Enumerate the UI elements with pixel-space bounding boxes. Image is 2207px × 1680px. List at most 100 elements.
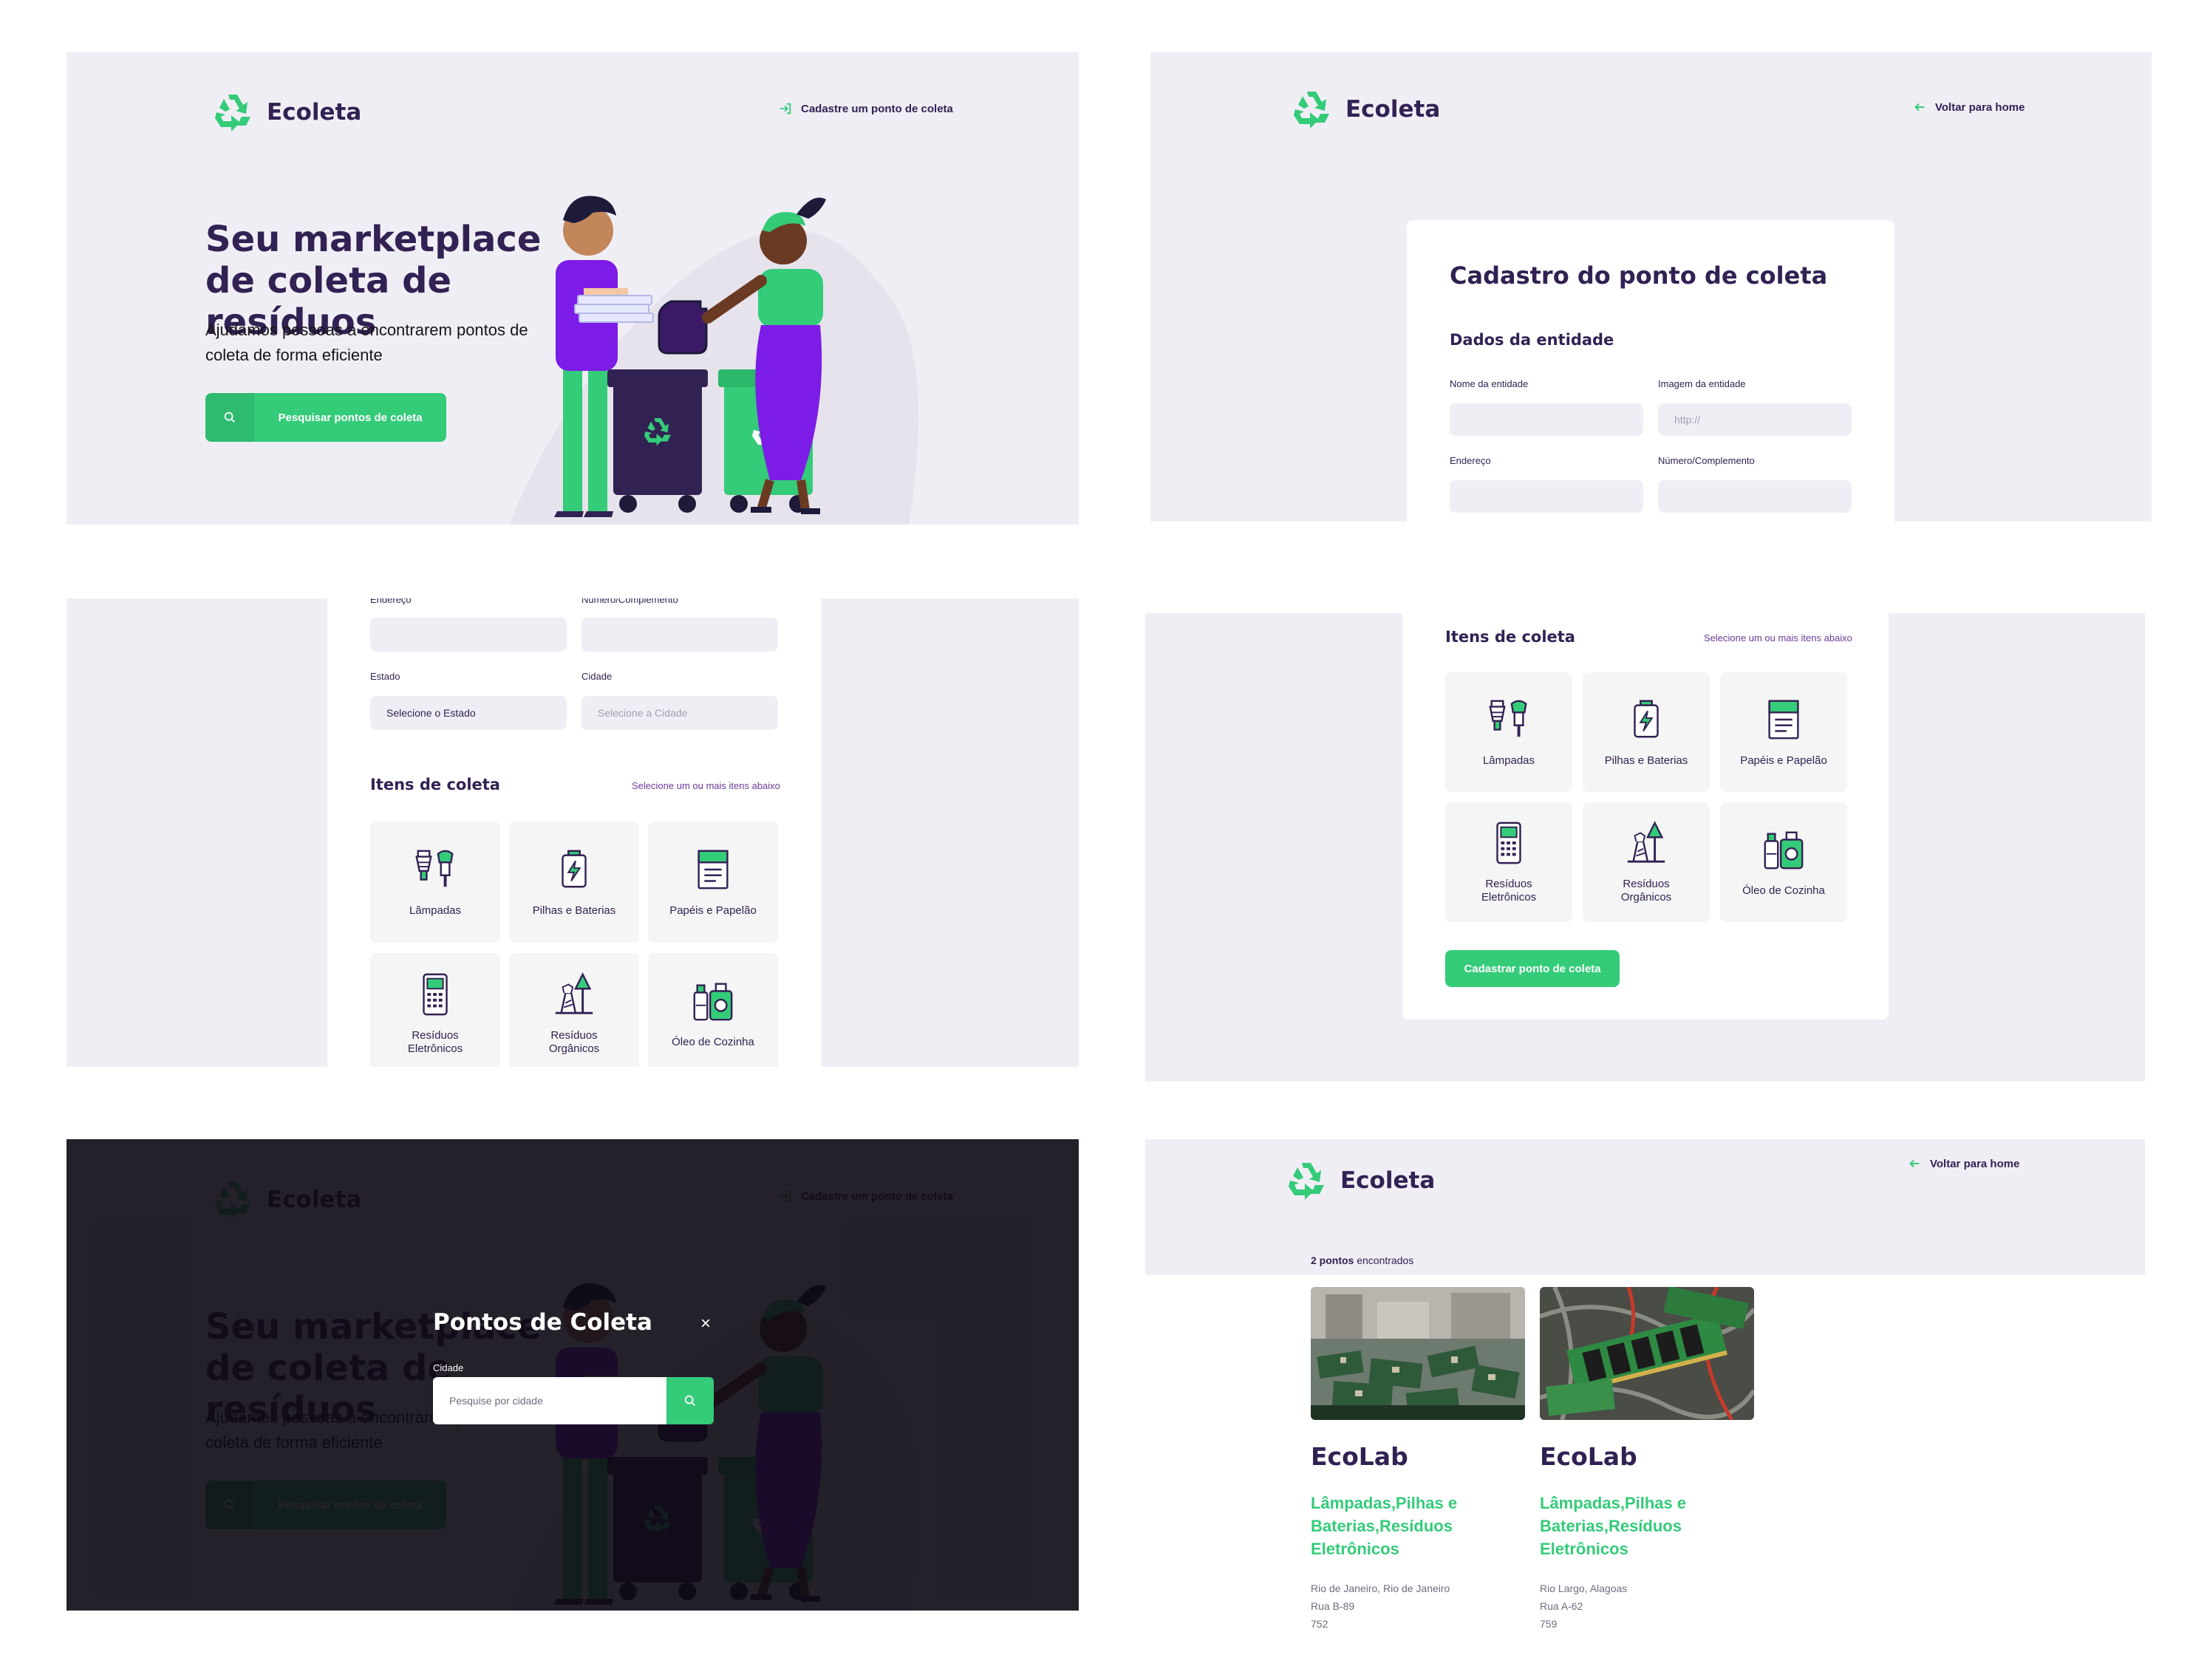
number-label: Número/Complemento [1658,455,1755,466]
item-electronics[interactable]: Resíduos Eletrônicos [370,953,500,1067]
search-points-button-label: Pesquisar pontos de coleta [278,411,423,424]
register-point-link-label: Cadastre um ponto de coleta [801,102,953,115]
item-organic[interactable]: Resíduos Orgânicos [509,953,639,1067]
item-paper[interactable]: Papéis e Papelão [648,822,778,943]
number-label: Número/Complemento [581,598,678,605]
address-field[interactable] [370,618,567,652]
create-point-screen-bottom: Itens de coleta Selecione um ou mais ite… [1145,613,2145,1082]
search-modal: Pontos de Coleta × Cidade Pesquise por c… [433,1309,714,1424]
brand-logo[interactable]: Ecoleta [1288,86,1440,133]
oil-icon [690,978,736,1024]
address-label: Endereço [1450,455,1491,466]
items-hint: Selecione um ou mais itens abaixo [632,780,780,791]
entity-name-field[interactable] [1450,403,1643,436]
address-field[interactable] [1450,480,1643,513]
place-card[interactable]: EcoLab Lâmpadas,Pilhas e Baterias,Resídu… [1311,1287,1525,1633]
state-select[interactable]: Selecione o Estado [370,696,567,730]
place-address: Rio de Janeiro, Rio de Janeiro Rua B-89 … [1311,1580,1525,1633]
item-label: Resíduos Eletrônicos [407,1029,463,1055]
lamp-icon [1486,697,1532,742]
close-icon[interactable]: × [700,1315,711,1333]
item-oil[interactable]: Óleo de Cozinha [1720,802,1847,922]
items-section-title: Itens de coleta [1445,628,1575,646]
item-label: Papéis e Papelão [1740,754,1827,767]
item-label: Papéis e Papelão [669,904,757,917]
state-label: Estado [370,671,400,682]
back-home-link[interactable]: Voltar para home [1908,1157,2019,1170]
place-photo [1540,1287,1754,1420]
create-point-screen-top: Ecoleta Voltar para home Cadastro do pon… [1150,52,2152,522]
item-lamps[interactable]: Lâmpadas [1445,672,1572,792]
battery-icon [1623,697,1669,742]
hero-illustration [451,170,983,525]
search-icon [683,1394,697,1407]
oil-icon [1761,827,1807,873]
submit-point-button[interactable]: Cadastrar ponto de coleta [1445,950,1620,987]
battery-icon [551,847,597,892]
entity-image-field[interactable]: http:// [1658,403,1852,436]
place-name: EcoLab [1311,1442,1408,1471]
items-section-title: Itens de coleta [370,776,500,793]
city-search-button[interactable] [666,1377,714,1424]
place-street: Rua B-89 [1311,1600,1355,1612]
place-number: 759 [1540,1618,1558,1630]
item-label: Óleo de Cozinha [1742,884,1825,897]
back-home-link-label: Voltar para home [1935,100,2025,114]
place-city: Rio Largo, Alagoas [1540,1582,1628,1594]
lamp-icon [412,847,458,892]
item-label: Resíduos Orgânicos [548,1029,600,1055]
login-icon [779,102,792,115]
modal-title: Pontos de Coleta [433,1309,652,1336]
item-electronics[interactable]: Resíduos Eletrônicos [1445,802,1572,922]
item-oil[interactable]: Óleo de Cozinha [648,953,778,1067]
city-search-input[interactable]: Pesquise por cidade [433,1377,666,1424]
item-label: Pilhas e Baterias [532,904,616,917]
brand-name: Ecoleta [1340,1167,1436,1194]
create-point-screen-scrolled: Endereço Número/Complemento Estado Cidad… [66,598,1079,1067]
items-hint: Selecione um ou mais itens abaixo [1704,632,1852,643]
item-label: Óleo de Cozinha [672,1036,754,1048]
brand-logo[interactable]: Ecoleta [209,89,361,136]
back-home-link[interactable]: Voltar para home [1913,100,2024,114]
paper-icon [1761,697,1807,742]
organic-icon [1623,820,1669,866]
item-batteries[interactable]: Pilhas e Baterias [1583,672,1710,792]
search-icon [205,393,254,442]
brand-logo[interactable]: Ecoleta [1283,1157,1435,1204]
number-field[interactable] [581,618,778,652]
create-point-form: Endereço Número/Complemento Estado Cidad… [327,598,821,1067]
item-organic[interactable]: Resíduos Orgânicos [1583,802,1710,922]
results-count-suffix: encontrados [1357,1254,1414,1266]
results-screen: Ecoleta Voltar para home 2 pontos encont… [1145,1139,2145,1656]
item-label: Pilhas e Baterias [1604,754,1688,767]
recycle-icon [1288,86,1335,133]
place-name: EcoLab [1540,1442,1637,1471]
item-label: Lâmpadas [409,904,462,917]
results-header: Ecoleta Voltar para home 2 pontos encont… [1145,1139,2145,1275]
item-batteries[interactable]: Pilhas e Baterias [509,822,639,943]
organic-icon [551,972,597,1017]
brand-name: Ecoleta [267,99,362,126]
place-address: Rio Largo, Alagoas Rua A-62 759 [1540,1580,1754,1633]
entity-name-label: Nome da entidade [1450,378,1529,389]
city-select[interactable]: Selecione a Cidade [581,696,778,730]
register-point-link[interactable]: Cadastre um ponto de coleta [779,102,953,115]
home-screen: Ecoleta Cadastre um ponto de coleta Seu … [66,52,1079,525]
number-field[interactable] [1658,480,1852,513]
place-street: Rua A-62 [1540,1600,1583,1612]
city-label: Cidade [581,671,613,682]
create-point-form: Cadastro do ponto de coleta Dados da ent… [1407,220,1894,522]
item-label: Resíduos Orgânicos [1620,878,1672,904]
place-items: Lâmpadas,Pilhas e Baterias,Resíduos Elet… [1540,1494,1687,1558]
electronics-icon [1486,820,1532,866]
place-city: Rio de Janeiro, Rio de Janeiro [1311,1582,1450,1594]
search-points-button[interactable]: Pesquisar pontos de coleta [205,393,446,442]
search-modal-screen: Ecoleta Cadastre um ponto de coleta Seu … [66,1139,1079,1611]
place-card[interactable]: EcoLab Lâmpadas,Pilhas e Baterias,Resídu… [1540,1287,1754,1633]
item-lamps[interactable]: Lâmpadas [370,822,500,943]
place-items: Lâmpadas,Pilhas e Baterias,Resíduos Elet… [1311,1494,1458,1558]
city-label: Cidade [433,1362,464,1373]
item-paper[interactable]: Papéis e Papelão [1720,672,1847,792]
electronics-icon [412,972,458,1017]
paper-icon [690,847,736,892]
